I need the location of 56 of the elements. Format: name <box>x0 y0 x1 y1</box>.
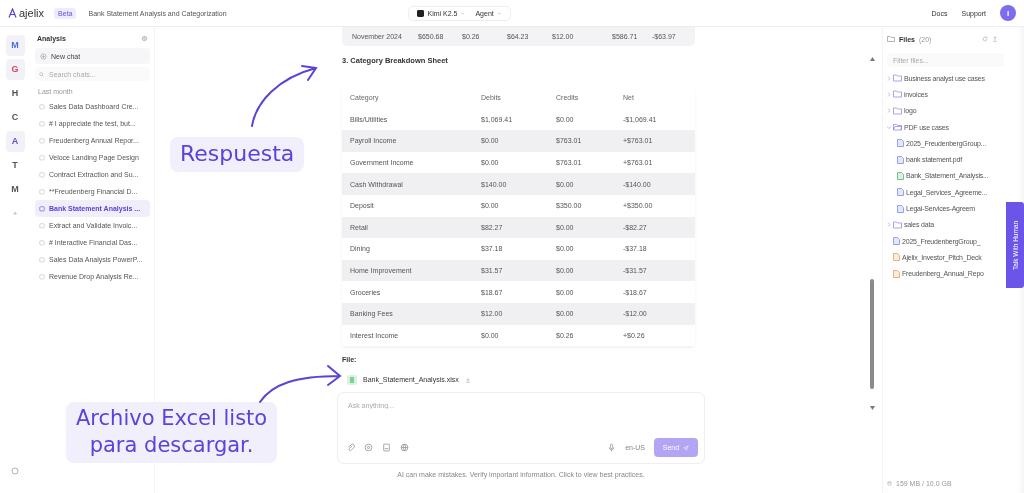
chat-icon <box>39 256 45 263</box>
user-avatar[interactable]: I <box>1000 5 1016 21</box>
workspace-item[interactable]: C <box>5 107 25 128</box>
chat-icon <box>39 222 45 229</box>
caret-icon <box>496 10 502 16</box>
caret-icon <box>460 10 466 16</box>
workspace-letter: G <box>11 65 19 74</box>
user-icon <box>11 467 19 475</box>
model-icon <box>417 9 425 17</box>
database-icon <box>887 481 892 486</box>
spreadsheet-icon <box>347 374 357 385</box>
workspace-item[interactable]: M <box>5 35 25 56</box>
chat-icon <box>39 188 45 195</box>
workspace-item[interactable]: M <box>5 179 25 200</box>
chat-icon <box>39 205 45 212</box>
folder-icon <box>887 35 895 43</box>
workspace-item[interactable]: T <box>5 155 25 176</box>
folder-icon <box>893 123 902 132</box>
paperclip-icon <box>346 443 355 453</box>
workspace-letter: C <box>11 113 19 122</box>
workspace-letter: M <box>11 41 19 50</box>
arrow <box>248 64 320 128</box>
scrollbar-thumb[interactable] <box>870 279 874 389</box>
send-icon <box>683 444 690 451</box>
workspace-item[interactable]: H <box>5 83 25 104</box>
globe-icon <box>400 443 409 453</box>
chat-icon <box>39 171 45 178</box>
workspace-letter: M <box>11 185 19 194</box>
bookmark-icon <box>382 443 391 453</box>
chat-icon <box>39 137 45 144</box>
workspace-item[interactable]: G <box>5 59 25 80</box>
scroll-up-icon[interactable] <box>869 57 875 61</box>
refresh-icon <box>982 36 988 42</box>
workspace-letter: T <box>12 161 18 170</box>
search-icon <box>39 71 44 77</box>
annotation-callout: Archivo Excel listo para descargar. <box>66 402 278 463</box>
workspace-letter: A <box>11 137 19 146</box>
chat-icon <box>39 103 45 110</box>
download-icon <box>464 376 471 383</box>
logo[interactable]: ajelix <box>8 7 45 19</box>
logo-icon <box>8 8 17 18</box>
chat-icon <box>39 239 45 246</box>
scroll-down-icon[interactable] <box>869 406 875 410</box>
chat-icon <box>39 120 45 127</box>
annotation-callout: Respuesta <box>170 137 305 172</box>
chat-icon <box>39 273 45 280</box>
workspace-item[interactable]: A <box>5 131 25 152</box>
plus-icon <box>40 52 47 60</box>
settings-icon <box>141 35 148 42</box>
microphone-icon <box>607 443 617 453</box>
folder-icon <box>893 220 902 229</box>
circle-icon <box>364 443 373 453</box>
upload-icon <box>992 36 998 42</box>
chevron-icon[interactable] <box>886 125 892 130</box>
chat-icon <box>39 154 45 161</box>
workspace-letter: H <box>11 89 19 98</box>
